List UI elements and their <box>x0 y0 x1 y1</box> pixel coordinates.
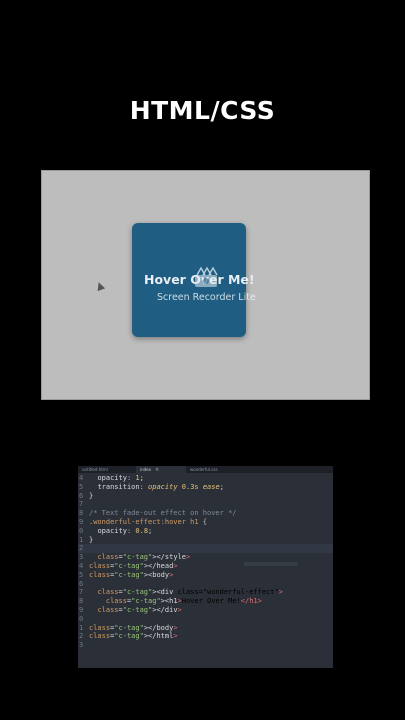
line-number: 0 <box>79 614 84 623</box>
code-line[interactable]: 1} <box>78 536 333 545</box>
code-line[interactable]: 2 <box>78 544 333 554</box>
line-number: 8 <box>79 509 84 518</box>
code-line[interactable]: 8 /* Text fade-out effect on hover */ <box>78 509 333 518</box>
code-line[interactable]: 0 opacity: 0.8; <box>78 527 333 536</box>
code-line[interactable]: 5 transition: opacity 0.3s ease; <box>78 483 333 492</box>
code-editor[interactable]: untitled.html index × wonderful.css 4 opa… <box>78 466 333 668</box>
mouse-cursor-icon <box>94 280 106 292</box>
tab-untitled[interactable]: untitled.html <box>78 466 136 473</box>
line-text: class="c-tag"><body> <box>89 570 174 579</box>
line-number: 0 <box>79 526 84 535</box>
line-text: opacity: 1; <box>97 474 144 482</box>
browser-preview: Hover Over Me! Screen Recorder Lite <box>41 170 370 400</box>
line-text: class="c-tag"></style> <box>97 553 191 562</box>
line-number: 1 <box>79 535 84 544</box>
line-text: class="c-tag"><h1>Hover Over Me!</h1> <box>105 597 262 606</box>
line-number: 2 <box>79 632 84 641</box>
tab-label: wonderful.css <box>190 467 218 472</box>
code-line[interactable]: 0 <box>78 615 333 624</box>
line-number: 7 <box>79 588 84 597</box>
code-line[interactable]: 6} <box>78 492 333 501</box>
code-line[interactable]: 1 class="c-tag"></body> <box>78 624 333 633</box>
line-number: 4 <box>79 474 84 482</box>
code-line[interactable]: 7 <box>78 500 333 509</box>
tab-index[interactable]: index × <box>136 466 186 473</box>
code-line[interactable]: 9 .wonderful-effect:hover h1 { <box>78 518 333 527</box>
close-icon[interactable]: × <box>155 467 159 473</box>
line-text: .wonderful-effect:hover h1 { <box>89 517 208 526</box>
code-line[interactable]: 4 class="c-tag"></head> <box>78 562 333 571</box>
code-line[interactable]: 8 class="c-tag"><h1>Hover Over Me!</h1> <box>78 597 333 606</box>
line-number: 3 <box>79 553 84 562</box>
line-number: 6 <box>79 491 84 500</box>
page-title: HTML/CSS <box>129 96 276 125</box>
line-number: 9 <box>79 517 84 526</box>
line-number: 5 <box>79 482 84 491</box>
code-area[interactable]: 4 opacity: 1; 5 transition: opacity 0.3s … <box>78 474 333 650</box>
line-number: 6 <box>79 579 84 588</box>
code-line[interactable]: 4 opacity: 1; <box>78 474 333 483</box>
line-number: 4 <box>79 561 84 570</box>
code-line[interactable]: 9 class="c-tag"></div> <box>78 606 333 615</box>
line-number: 3 <box>79 641 84 650</box>
watermark-text: Screen Recorder Lite <box>157 292 256 303</box>
line-number: 7 <box>79 500 84 509</box>
film-reel-icon <box>195 266 218 287</box>
line-text: opacity: 0.8; <box>97 526 153 535</box>
line-text: /* Text fade-out effect on hover */ <box>89 509 237 518</box>
code-line[interactable]: 6 <box>78 580 333 589</box>
editor-tab-bar: untitled.html index × wonderful.css <box>78 466 333 473</box>
line-number: 2 <box>79 544 84 553</box>
line-text: class="c-tag"></div> <box>97 605 182 614</box>
code-line[interactable]: 3 class="c-tag"></style> <box>78 553 333 562</box>
line-number: 5 <box>79 570 84 579</box>
code-line[interactable]: 7 class="c-tag"><div class="wonderful-ef… <box>78 588 333 597</box>
wonderful-effect-card[interactable]: Hover Over Me! <box>132 223 255 337</box>
tab-label: index <box>140 467 151 472</box>
code-line[interactable]: 2 class="c-tag"></html> <box>78 632 333 641</box>
line-text: class="c-tag"></head> <box>89 561 178 570</box>
code-line[interactable]: 5 class="c-tag"><body> <box>78 571 333 580</box>
line-text: } <box>89 535 94 544</box>
line-number: 9 <box>79 605 84 614</box>
line-text: transition: opacity 0.3s ease; <box>97 482 224 491</box>
tab-wonderful-css[interactable]: wonderful.css <box>186 466 240 473</box>
line-text: } <box>89 491 94 500</box>
line-text: class="c-tag"></html> <box>89 632 178 641</box>
line-number: 8 <box>79 597 84 606</box>
line-text: class="c-tag"><div class="wonderful-effe… <box>97 588 283 597</box>
line-number: 1 <box>79 623 84 632</box>
tab-label: untitled.html <box>82 467 108 472</box>
line-text: class="c-tag"></body> <box>89 623 178 632</box>
code-line[interactable]: 3 <box>78 641 333 650</box>
